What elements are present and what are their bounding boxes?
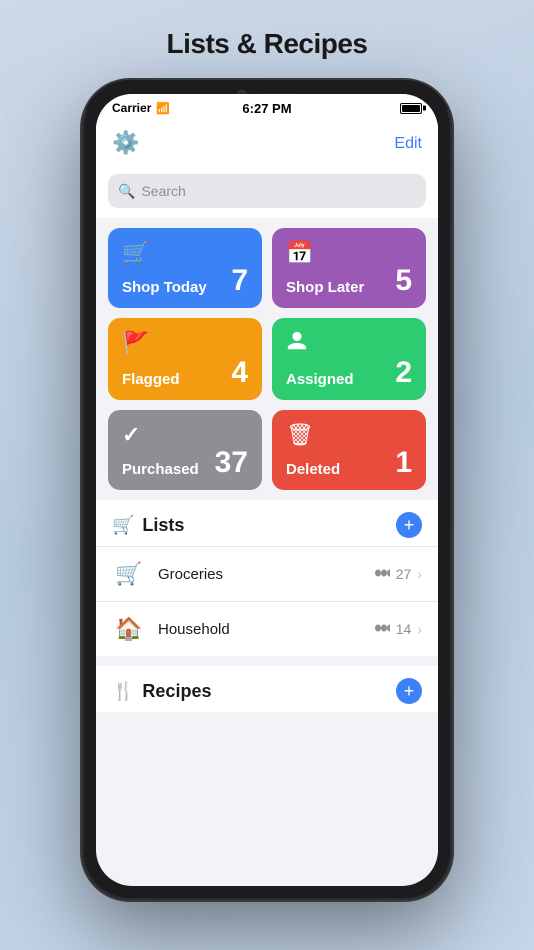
status-time: 6:27 PM — [242, 101, 291, 116]
deleted-label: Deleted — [286, 461, 340, 478]
shop-today-icon: 🛒 — [122, 240, 248, 266]
deleted-count: 1 — [395, 448, 412, 478]
lists-icon: 🛒 — [112, 515, 134, 536]
recipes-icon: 🍴 — [112, 681, 134, 702]
purchased-label: Purchased — [122, 461, 199, 478]
flagged-label: Flagged — [122, 371, 180, 388]
status-right — [400, 103, 422, 114]
edit-button[interactable]: Edit — [394, 135, 422, 153]
purchased-icon: ✓ — [122, 422, 248, 448]
recipes-section: 🍴 Recipes + — [96, 666, 438, 712]
card-deleted[interactable]: 🗑 Deleted 1 — [272, 410, 426, 490]
card-shop-today[interactable]: 🛒 Shop Today 7 — [108, 228, 262, 308]
list-item-household[interactable]: 🏠 Household 14 › — [96, 601, 438, 656]
household-chevron: › — [417, 621, 422, 637]
deleted-icon: 🗑 — [286, 422, 412, 448]
status-bar: Carrier 📶 6:27 PM — [96, 94, 438, 122]
carrier-label: Carrier — [112, 101, 151, 115]
shop-later-icon: 📅 — [286, 240, 412, 266]
lists-section-header: 🛒 Lists + — [96, 500, 438, 546]
lists-section: 🛒 Lists + 🛒 Groceries — [96, 500, 438, 656]
app-content: ⚙️ Edit 🔍 Search 🛒 Shop Today 7 — [96, 122, 438, 712]
shop-later-count: 5 — [395, 266, 412, 296]
household-name: Household — [158, 621, 372, 638]
household-icon: 🏠 — [112, 612, 146, 646]
recipes-add-button[interactable]: + — [396, 678, 422, 704]
lists-add-button[interactable]: + — [396, 512, 422, 538]
search-placeholder: Search — [141, 183, 185, 199]
cards-grid: 🛒 Shop Today 7 📅 Shop Later 5 — [96, 218, 438, 500]
flagged-icon: 🚩 — [122, 330, 248, 356]
shop-later-label: Shop Later — [286, 279, 364, 296]
groceries-name: Groceries — [158, 566, 372, 583]
recipes-section-header: 🍴 Recipes + — [96, 666, 438, 712]
search-container: 🔍 Search — [96, 166, 438, 218]
assigned-label: Assigned — [286, 371, 354, 388]
shop-today-count: 7 — [231, 266, 248, 296]
list-item-groceries[interactable]: 🛒 Groceries 27 › — [96, 546, 438, 601]
household-count: 14 — [396, 621, 412, 637]
page-title: Lists & Recipes — [166, 28, 367, 60]
settings-icon[interactable]: ⚙️ — [112, 130, 140, 158]
recipes-title: Recipes — [142, 681, 211, 702]
search-bar[interactable]: 🔍 Search — [108, 174, 426, 208]
battery-icon — [400, 103, 422, 114]
groceries-icon: 🛒 — [112, 557, 146, 591]
groceries-count: 27 — [396, 566, 412, 582]
search-icon: 🔍 — [118, 183, 135, 200]
household-group-icon — [372, 621, 390, 637]
status-left: Carrier 📶 — [112, 101, 170, 115]
wifi-icon: 📶 — [156, 102, 170, 115]
card-purchased[interactable]: ✓ Purchased 37 — [108, 410, 262, 490]
card-assigned[interactable]: Assigned 2 — [272, 318, 426, 400]
phone-frame: Carrier 📶 6:27 PM ⚙️ Edit 🔍 Search — [82, 80, 452, 900]
groceries-group-icon — [372, 566, 390, 582]
groceries-chevron: › — [417, 566, 422, 582]
app-header: ⚙️ Edit — [96, 122, 438, 166]
flagged-count: 4 — [231, 358, 248, 388]
assigned-count: 2 — [395, 358, 412, 388]
assigned-icon — [286, 330, 412, 358]
purchased-count: 37 — [215, 448, 248, 478]
lists-title: Lists — [142, 515, 184, 536]
phone-screen: Carrier 📶 6:27 PM ⚙️ Edit 🔍 Search — [96, 94, 438, 886]
shop-today-label: Shop Today — [122, 279, 207, 296]
card-shop-later[interactable]: 📅 Shop Later 5 — [272, 228, 426, 308]
card-flagged[interactable]: 🚩 Flagged 4 — [108, 318, 262, 400]
